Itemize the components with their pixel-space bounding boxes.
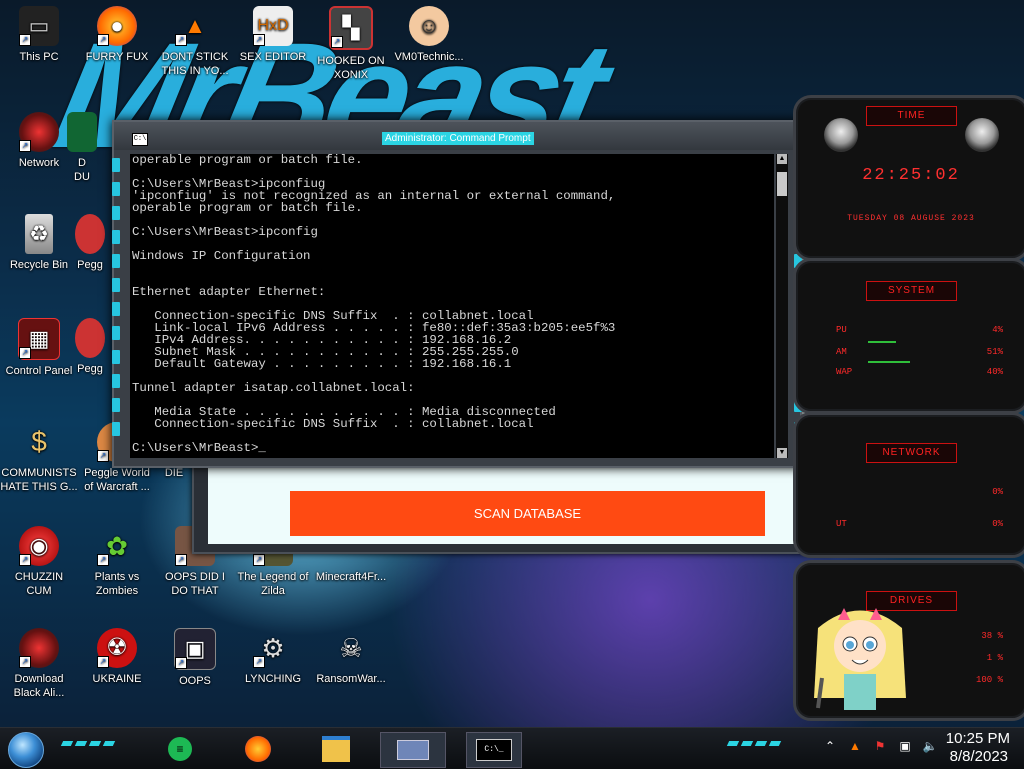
alien-download-icon: ↗ [19,628,59,668]
desktop-icon-chuzzin[interactable]: ◉ ↗ CHUZZIN CUM [0,526,78,598]
window-side-lights-left [112,158,120,436]
desktop-icon-partial-du[interactable]: D DU [62,112,102,184]
swap-label: WAP [836,367,853,377]
ram-value: 51% [986,347,1003,357]
security-alert-icon[interactable]: ⚑ [872,738,888,754]
show-hidden-icons-icon[interactable]: ⌃ [822,738,838,754]
desktop-icon-recycle-bin[interactable]: ♻ Recycle Bin [0,214,78,272]
cpu-label: PU [836,325,847,335]
start-orb-button[interactable] [8,732,44,768]
net-in-value: 0% [992,487,1003,497]
desktop-icon-peggle-2[interactable]: Pegg [70,318,110,376]
net-out-label: UT [836,519,847,529]
cmd-app-icon: C:\ [132,133,148,146]
taskbar: ≡ C:\_ ⌃ ▲ ⚑ ▣ 🔈 10:25 PM 8/8/2023 [0,727,1024,769]
cpu-value: 4% [992,325,1003,335]
cmd-scrollbar[interactable]: ▲ ▼ [776,154,788,458]
drive-2-value: 1 % [986,653,1003,663]
control-panel-icon: ▦ ↗ [18,318,60,360]
gadget-network-panel: NETWORK 0% UT 0% [793,412,1024,558]
desktop-icon-ransomware[interactable]: ☠ RansomWar... [312,628,390,686]
vlc-cone-icon: ▲ ↗ [175,6,215,46]
xonix-icon: ▚ ↗ [329,6,373,50]
taskbar-clock-time[interactable]: 10:25 PM [946,730,1010,747]
taskbar-accent-left [60,741,116,746]
peggle-icon [75,214,105,254]
ram-label: AM [836,347,847,357]
recycle-bin-icon: ♻ [25,214,53,254]
cmd-console[interactable]: operable program or batch file. C:\Users… [130,154,774,458]
peggle-icon [75,318,105,358]
network-tray-icon[interactable]: ▣ [897,738,913,754]
scan-database-button[interactable]: SCAN DATABASE [290,491,765,536]
alien-head-icon [824,118,858,152]
partial-icon [67,112,97,152]
gadget-clock-date: TUESDAY 08 AUGUSE 2023 [847,214,975,223]
swap-value: 40% [986,367,1003,377]
cmd-output: operable program or batch file. C:\Users… [132,154,616,455]
volume-icon[interactable]: 🔈 [922,738,938,754]
technician-icon: ☺ [409,6,449,46]
scroll-down-icon[interactable]: ▼ [777,448,787,458]
skull-icon: ☠ [339,633,363,663]
cmd-window-title: Administrator: Command Prompt [382,132,534,145]
money-bag-icon: $ [31,426,47,457]
alien-network-icon: ↗ [19,112,59,152]
taskbar-clock-date[interactable]: 8/8/2023 [950,748,1008,765]
gadget-system-title: SYSTEM [866,281,957,301]
desktop-icon-hooked-on-xonix[interactable]: ▚ ↗ HOOKED ON XONIX [312,6,390,82]
desktop-icon-plants-vs-zombies[interactable]: ✿ ↗ Plants vs Zombies [78,526,156,598]
command-prompt-window[interactable]: C:\ Administrator: Command Prompt operab… [112,120,802,468]
gadget-network-title: NETWORK [866,443,957,463]
firefox-icon: ● ↗ [97,6,137,46]
desktop-icon-peggle[interactable]: Pegg [70,214,110,272]
desktop-icon-control-panel[interactable]: ▦ ↗ Control Panel [0,318,78,378]
net-out-value: 0% [992,519,1003,529]
system-tray: ⌃ ▲ ⚑ ▣ 🔈 [822,738,938,754]
ram-usage-bar [868,341,896,343]
drive-3-value: 100 % [975,675,1003,685]
gadget-time-panel: TIME 22:25:02 TUESDAY 08 AUGUSE 2023 [793,95,1024,261]
swap-usage-bar [868,361,910,363]
gadget-system-panel: SYSTEM PU 4% AM 51% WAP 40% [793,258,1024,414]
scroll-up-icon[interactable]: ▲ [777,154,787,164]
gadget-time-title: TIME [866,106,957,126]
desktop-icon-dont-stick[interactable]: ▲ ↗ DONT STICK THIS IN YO... [156,6,234,78]
desktop-icon-furry-fux[interactable]: ● ↗ FURRY FUX [78,6,156,64]
drive-1-value: 38 % [981,631,1003,641]
oops-icon: ▣ ↗ [174,628,216,670]
radiation-icon: ☢ ↗ [97,628,137,668]
desktop-icon-ukraine[interactable]: ☢ ↗ UKRAINE [78,628,156,686]
app-window-icon[interactable] [380,732,446,768]
command-prompt-icon[interactable]: C:\_ [466,732,522,768]
file-explorer-icon[interactable] [316,732,356,766]
star-butterfly-character [814,608,906,710]
desktop-icon-oops[interactable]: ▣ ↗ OOPS [156,628,234,688]
scroll-thumb[interactable] [777,172,787,196]
desktop-icon-sex-editor[interactable]: HxD ↗ SEX EDITOR [234,6,312,64]
chuzzle-icon: ◉ ↗ [19,526,59,566]
desktop-icon-communists[interactable]: $ COMMUNISTS HATE THIS G... [0,422,78,494]
lynching-icon: ⚙ ↗ [253,628,293,668]
hxd-icon: HxD ↗ [253,6,293,46]
desktop-icon-download-black-alien[interactable]: ↗ Download Black Ali... [0,628,78,700]
gadget-clock-time: 22:25:02 [862,166,960,185]
cmd-titlebar[interactable]: C:\ Administrator: Command Prompt [114,122,800,150]
desktop-icon-vm0technician[interactable]: ☺ VM0Technic... [390,6,468,64]
taskbar-accent-right [726,741,782,746]
alien-head-icon [965,118,999,152]
desktop-icon-lynching[interactable]: ⚙ ↗ LYNCHING [234,628,312,686]
spotify-icon[interactable]: ≡ [160,732,200,766]
computer-icon: ▭ ↗ [19,6,59,46]
firefox-icon[interactable] [238,732,278,766]
vlc-tray-icon[interactable]: ▲ [847,738,863,754]
desktop-icon-this-pc[interactable]: ▭ ↗ This PC [0,6,78,64]
plants-vs-zombies-icon: ✿ ↗ [97,526,137,566]
